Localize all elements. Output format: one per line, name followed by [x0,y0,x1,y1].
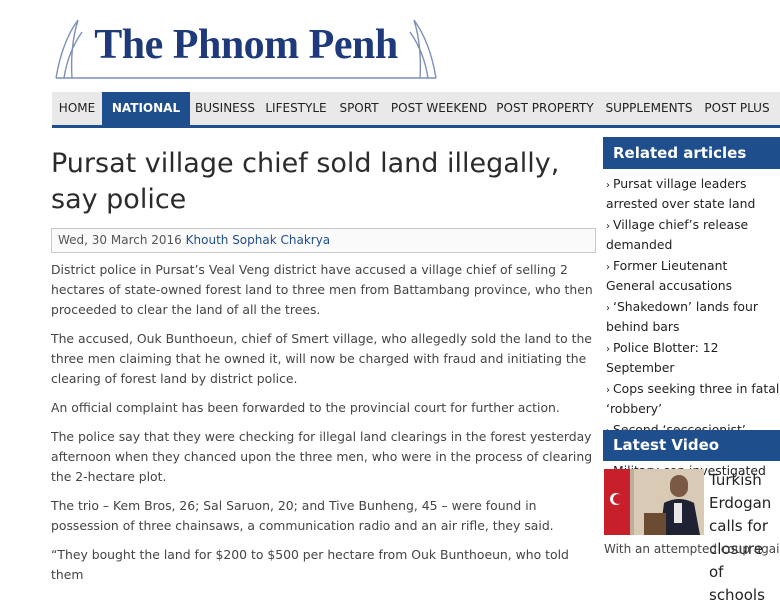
arrow-right-icon: › [606,221,610,232]
related-articles-heading: Related articles [603,137,780,169]
article-paragraph: The accused, Ouk Bunthoeun, chief of Sme… [51,331,592,386]
article-paragraph: An official complaint has been forwarded… [51,400,560,415]
related-article-link[interactable]: › Cops seeking three in fatal ‘robbery’ [603,380,780,418]
nav-item-national[interactable]: NATIONAL [102,92,190,125]
article-body: District police in Pursat’s Veal Veng di… [51,260,596,594]
video-headline[interactable]: Turkish Erdogan calls for closure of sch… [709,469,780,607]
nav-item-home[interactable]: HOME [52,92,102,125]
article-paragraph: District police in Pursat’s Veal Veng di… [51,262,593,317]
article-date: Wed, 30 March 2016 [58,233,182,247]
article-title: Pursat village chief sold land illegally… [51,148,560,215]
article-paragraph: The trio – Kem Bros, 26; Sal Saruon, 20;… [51,498,554,533]
related-article-link[interactable]: › Former Lieutenant General accusations [603,257,780,295]
nav-item-sport[interactable]: SPORT [335,92,383,125]
arrow-right-icon: › [606,262,610,273]
latest-video-heading: Latest Video [603,430,780,461]
arrow-right-icon: › [606,385,610,396]
arrow-right-icon: › [606,344,610,355]
nav-item-post-plus[interactable]: POST PLUS [702,92,772,125]
related-article-link[interactable]: › ‘Shakedown’ lands four behind bars [603,298,780,336]
article-author-link[interactable]: Khouth Sophak Chakrya [186,233,331,247]
nav-item-lifestyle[interactable]: LIFESTYLE [263,92,329,125]
video-description: With an attempted coup against [604,542,780,556]
main-navigation: HOME NATIONAL BUSINESS LIFESTYLE SPORT P… [52,92,780,128]
nav-item-supplements[interactable]: SUPPLEMENTS [603,92,695,125]
site-logo[interactable]: The Phnom Penh Post [52,12,440,134]
article-paragraph: “They bought the land for $200 to $500 p… [51,547,569,582]
related-article-link[interactable]: › Village chief’s release demanded [603,216,780,254]
arrow-right-icon: › [606,180,610,191]
nav-item-business[interactable]: BUSINESS [193,92,257,125]
video-thumbnail[interactable] [604,469,704,535]
nav-item-post-weekend[interactable]: POST WEEKEND [390,92,488,125]
nav-item-post-property[interactable]: POST PROPERTY [495,92,595,125]
video-thumbnail-image [604,469,704,535]
article-byline: Wed, 30 March 2016 Khouth Sophak Chakrya [51,228,596,253]
related-article-link[interactable]: › Pursat village leaders arrested over st… [603,175,780,213]
article-paragraph: The police say that they were checking f… [51,429,593,484]
arrow-right-icon: › [606,303,610,314]
related-article-link[interactable]: › Police Blotter: 12 September [603,339,780,377]
